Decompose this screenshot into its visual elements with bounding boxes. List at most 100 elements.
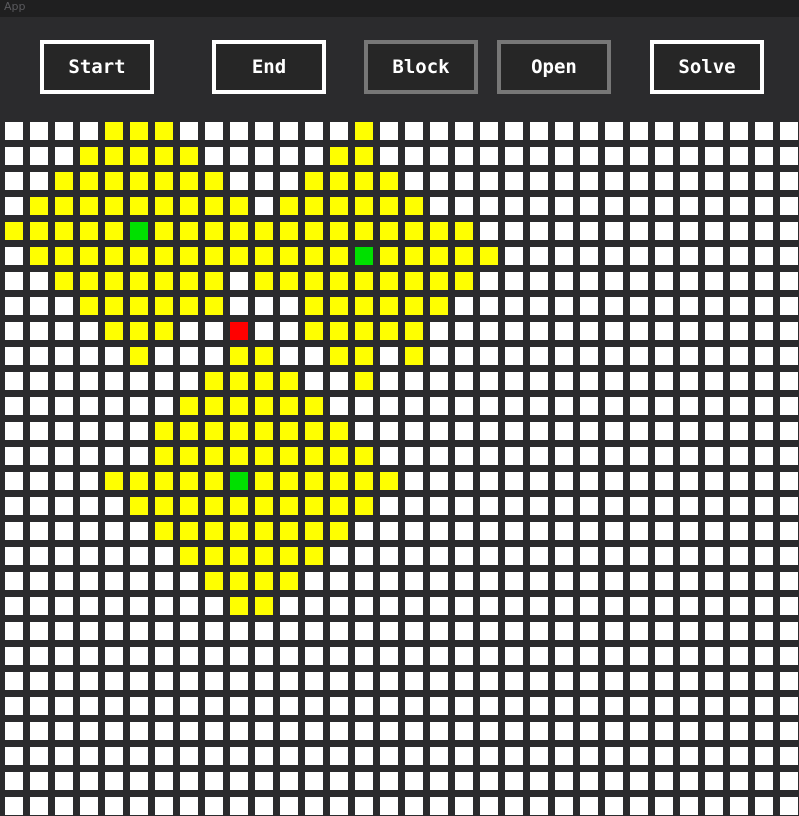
visited-cell[interactable] [305, 397, 323, 415]
grid-cell[interactable] [705, 572, 723, 590]
grid-cell[interactable] [380, 747, 398, 765]
grid-cell[interactable] [305, 797, 323, 815]
grid-cell[interactable] [330, 647, 348, 665]
grid-cell[interactable] [155, 747, 173, 765]
grid-cell[interactable] [730, 722, 748, 740]
grid-cell[interactable] [105, 572, 123, 590]
grid-cell[interactable] [130, 672, 148, 690]
grid-cell[interactable] [705, 772, 723, 790]
grid-cell[interactable] [30, 672, 48, 690]
grid-cell[interactable] [130, 572, 148, 590]
visited-cell[interactable] [180, 422, 198, 440]
grid-cell[interactable] [80, 597, 98, 615]
grid-cell[interactable] [605, 797, 623, 815]
grid-cell[interactable] [380, 672, 398, 690]
grid-cell[interactable] [680, 572, 698, 590]
grid-cell[interactable] [730, 547, 748, 565]
grid-cell[interactable] [530, 672, 548, 690]
grid-cell[interactable] [430, 122, 448, 140]
grid-cell[interactable] [230, 647, 248, 665]
grid-cell[interactable] [630, 422, 648, 440]
grid-cell[interactable] [455, 797, 473, 815]
visited-cell[interactable] [205, 522, 223, 540]
grid-cell[interactable] [755, 672, 773, 690]
grid-cell[interactable] [430, 647, 448, 665]
grid-cell[interactable] [430, 397, 448, 415]
grid-cell[interactable] [680, 497, 698, 515]
grid-cell[interactable] [555, 472, 573, 490]
grid-cell[interactable] [505, 522, 523, 540]
grid-cell[interactable] [755, 422, 773, 440]
visited-cell[interactable] [230, 247, 248, 265]
grid-cell[interactable] [105, 422, 123, 440]
grid-cell[interactable] [480, 122, 498, 140]
grid-cell[interactable] [780, 597, 798, 615]
grid-cell[interactable] [655, 522, 673, 540]
grid-cell[interactable] [780, 547, 798, 565]
grid-cell[interactable] [230, 272, 248, 290]
grid-cell[interactable] [280, 747, 298, 765]
grid-cell[interactable] [505, 797, 523, 815]
grid-cell[interactable] [705, 172, 723, 190]
visited-cell[interactable] [280, 572, 298, 590]
grid-cell[interactable] [705, 147, 723, 165]
grid-cell[interactable] [80, 647, 98, 665]
visited-cell[interactable] [105, 222, 123, 240]
grid-cell[interactable] [630, 722, 648, 740]
grid-cell[interactable] [755, 297, 773, 315]
grid-cell[interactable] [30, 747, 48, 765]
visited-cell[interactable] [130, 172, 148, 190]
grid-cell[interactable] [80, 747, 98, 765]
grid-cell[interactable] [505, 322, 523, 340]
grid-cell[interactable] [405, 422, 423, 440]
grid-cell[interactable] [505, 372, 523, 390]
grid-cell[interactable] [680, 672, 698, 690]
grid-cell[interactable] [655, 222, 673, 240]
grid-cell[interactable] [705, 347, 723, 365]
grid-cell[interactable] [530, 147, 548, 165]
grid-cell[interactable] [30, 597, 48, 615]
grid-cell[interactable] [230, 697, 248, 715]
visited-cell[interactable] [255, 247, 273, 265]
grid-cell[interactable] [280, 772, 298, 790]
grid-cell[interactable] [330, 372, 348, 390]
visited-cell[interactable] [305, 297, 323, 315]
grid-cell[interactable] [480, 747, 498, 765]
grid-cell[interactable] [580, 622, 598, 640]
visited-cell[interactable] [230, 397, 248, 415]
grid-cell[interactable] [655, 547, 673, 565]
grid-cell[interactable] [430, 622, 448, 640]
grid-cell[interactable] [105, 647, 123, 665]
visited-cell[interactable] [80, 222, 98, 240]
grid-cell[interactable] [5, 422, 23, 440]
grid-cell[interactable] [330, 797, 348, 815]
grid-cell[interactable] [230, 622, 248, 640]
grid-cell[interactable] [580, 572, 598, 590]
grid-cell[interactable] [105, 597, 123, 615]
visited-cell[interactable] [330, 472, 348, 490]
grid-cell[interactable] [480, 797, 498, 815]
grid-cell[interactable] [655, 747, 673, 765]
grid-cell[interactable] [755, 547, 773, 565]
grid-cell[interactable] [230, 722, 248, 740]
grid-cell[interactable] [655, 472, 673, 490]
grid-cell[interactable] [355, 797, 373, 815]
grid-cell[interactable] [555, 197, 573, 215]
visited-cell[interactable] [55, 222, 73, 240]
grid-cell[interactable] [555, 397, 573, 415]
visited-cell[interactable] [155, 322, 173, 340]
visited-cell[interactable] [180, 297, 198, 315]
grid-cell[interactable] [555, 447, 573, 465]
grid-cell[interactable] [530, 297, 548, 315]
grid-cell[interactable] [55, 622, 73, 640]
grid-cell[interactable] [755, 247, 773, 265]
grid-cell[interactable] [55, 547, 73, 565]
visited-cell[interactable] [105, 472, 123, 490]
start-cell[interactable] [230, 322, 248, 340]
grid-cell[interactable] [780, 172, 798, 190]
grid-cell[interactable] [630, 472, 648, 490]
grid-cell[interactable] [730, 272, 748, 290]
grid-cell[interactable] [580, 197, 598, 215]
grid-cell[interactable] [30, 472, 48, 490]
grid-cell[interactable] [355, 647, 373, 665]
